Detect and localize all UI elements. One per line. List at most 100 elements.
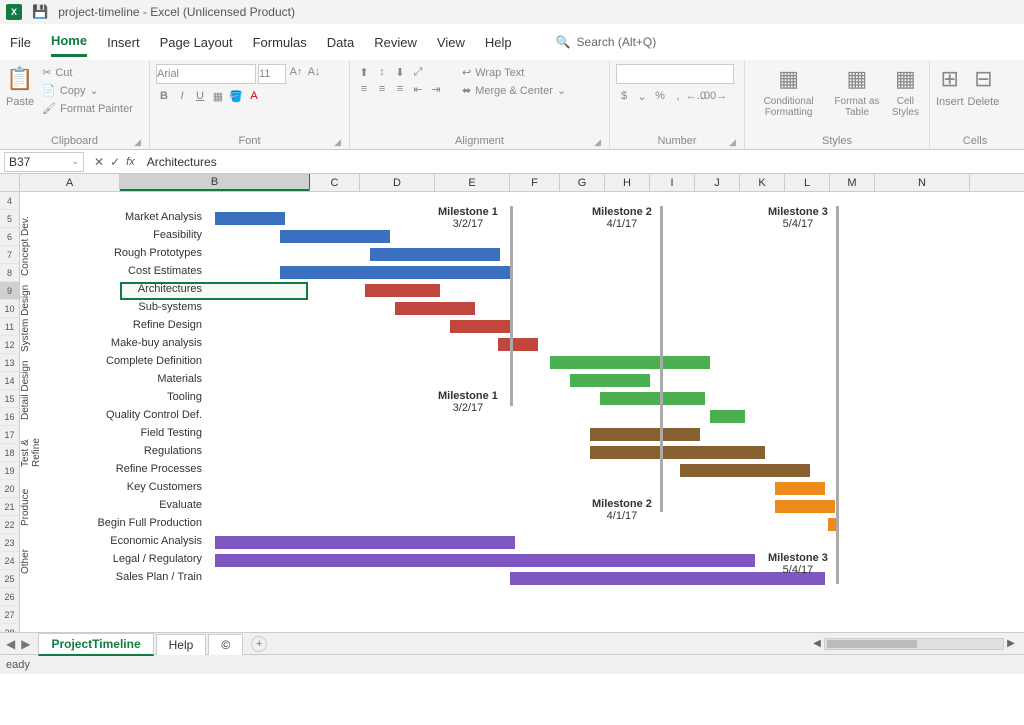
merge-center-button[interactable]: ⬌Merge & Center ⌄ xyxy=(458,82,570,99)
col-header-E[interactable]: E xyxy=(435,174,510,191)
name-box[interactable]: B37 ⌄ xyxy=(4,152,84,172)
task-name[interactable]: Make-buy analysis xyxy=(40,337,208,349)
row-header-15[interactable]: 15 xyxy=(0,390,19,408)
add-sheet-button[interactable]: + xyxy=(251,636,267,652)
format-painter-button[interactable]: 🖌Format Painter xyxy=(38,100,137,117)
tab-data[interactable]: Data xyxy=(327,29,354,56)
row-header-6[interactable]: 6 xyxy=(0,228,19,246)
chevron-down-icon[interactable]: ⌄ xyxy=(634,88,650,104)
tab-review[interactable]: Review xyxy=(374,29,417,56)
align-bottom-icon[interactable]: ⬇ xyxy=(392,64,408,80)
chevron-down-icon[interactable]: ⌄ xyxy=(71,156,79,167)
col-header-K[interactable]: K xyxy=(740,174,785,191)
dialog-launcher-icon[interactable]: ◢ xyxy=(134,137,141,148)
col-header-F[interactable]: F xyxy=(510,174,560,191)
task-name[interactable]: Quality Control Def. xyxy=(40,409,208,421)
align-right-icon[interactable]: ≡ xyxy=(392,81,408,97)
comma-button[interactable]: , xyxy=(670,88,686,104)
dialog-launcher-icon[interactable]: ◢ xyxy=(334,137,341,148)
paste-button[interactable]: 📋 Paste xyxy=(6,64,34,108)
wrap-text-button[interactable]: ↩Wrap Text xyxy=(458,64,570,81)
row-header-11[interactable]: 11 xyxy=(0,318,19,336)
task-name[interactable]: Legal / Regulatory xyxy=(40,553,208,565)
row-header-22[interactable]: 22 xyxy=(0,516,19,534)
save-icon[interactable]: 💾 xyxy=(32,4,48,20)
row-header-27[interactable]: 27 xyxy=(0,606,19,624)
row-header-8[interactable]: 8 xyxy=(0,264,19,282)
row-header-18[interactable]: 18 xyxy=(0,444,19,462)
scroll-right-icon[interactable]: ▶ xyxy=(1004,637,1018,651)
task-name[interactable]: Materials xyxy=(40,373,208,385)
row-header-17[interactable]: 17 xyxy=(0,426,19,444)
align-top-icon[interactable]: ⬆ xyxy=(356,64,372,80)
dialog-launcher-icon[interactable]: ◢ xyxy=(594,137,601,148)
delete-cells-button[interactable]: ⊟Delete xyxy=(968,64,1000,108)
indent-dec-icon[interactable]: ⇤ xyxy=(410,81,426,97)
task-name[interactable]: Refine Processes xyxy=(40,463,208,475)
row-header-20[interactable]: 20 xyxy=(0,480,19,498)
align-middle-icon[interactable]: ↕ xyxy=(374,64,390,80)
tab-nav-prev-icon[interactable]: ◀ xyxy=(6,637,15,651)
fill-color-button[interactable]: 🪣 xyxy=(228,88,244,104)
bold-button[interactable]: B xyxy=(156,88,172,104)
cancel-icon[interactable]: ✕ xyxy=(94,155,104,169)
row-header-23[interactable]: 23 xyxy=(0,534,19,552)
tab-insert[interactable]: Insert xyxy=(107,29,140,56)
tab-formulas[interactable]: Formulas xyxy=(253,29,307,56)
sheet-tab-active[interactable]: ProjectTimeline xyxy=(38,633,153,656)
increase-font-icon[interactable]: A↑ xyxy=(288,64,304,80)
dialog-launcher-icon[interactable]: ◢ xyxy=(729,137,736,148)
task-name[interactable]: Begin Full Production xyxy=(40,517,208,529)
row-header-13[interactable]: 13 xyxy=(0,354,19,372)
col-header-N[interactable]: N xyxy=(875,174,970,191)
col-header-J[interactable]: J xyxy=(695,174,740,191)
number-format-select[interactable] xyxy=(616,64,734,84)
tab-home[interactable]: Home xyxy=(51,27,87,57)
border-button[interactable]: ▦ xyxy=(210,88,226,104)
font-name-select[interactable] xyxy=(156,64,256,84)
align-left-icon[interactable]: ≡ xyxy=(356,81,372,97)
spreadsheet-grid[interactable]: 4567891011121314151617181920212223242526… xyxy=(0,192,1024,632)
task-name[interactable]: Sub-systems xyxy=(40,301,208,313)
tab-view[interactable]: View xyxy=(437,29,465,56)
task-name[interactable]: Rough Prototypes xyxy=(40,247,208,259)
underline-button[interactable]: U xyxy=(192,88,208,104)
row-header-14[interactable]: 14 xyxy=(0,372,19,390)
fx-icon[interactable]: fx xyxy=(126,156,135,168)
task-name[interactable]: Regulations xyxy=(40,445,208,457)
col-header-A[interactable]: A xyxy=(20,174,120,191)
search-area[interactable]: 🔍 Search (Alt+Q) xyxy=(556,35,657,49)
sheet-tab-copyright[interactable]: © xyxy=(208,634,243,655)
cut-button[interactable]: ✂Cut xyxy=(38,64,137,81)
orientation-icon[interactable]: ⤢ xyxy=(410,64,426,80)
sheet-area[interactable]: Concept Dev.System DesignDetail DesignTe… xyxy=(20,192,1024,632)
task-name[interactable]: Complete Definition xyxy=(40,355,208,367)
tab-help[interactable]: Help xyxy=(485,29,512,56)
col-header-G[interactable]: G xyxy=(560,174,605,191)
row-header-4[interactable]: 4 xyxy=(0,192,19,210)
sheet-tab-help[interactable]: Help xyxy=(156,634,207,655)
row-header-10[interactable]: 10 xyxy=(0,300,19,318)
indent-inc-icon[interactable]: ⇥ xyxy=(428,81,444,97)
confirm-icon[interactable]: ✓ xyxy=(110,155,120,169)
format-as-table-button[interactable]: ▦Format as Table xyxy=(830,64,883,118)
task-name[interactable]: Cost Estimates xyxy=(40,265,208,277)
align-center-icon[interactable]: ≡ xyxy=(374,81,390,97)
task-name[interactable]: Key Customers xyxy=(40,481,208,493)
tab-nav-next-icon[interactable]: ▶ xyxy=(21,637,30,651)
col-header-D[interactable]: D xyxy=(360,174,435,191)
tab-file[interactable]: File xyxy=(10,29,31,56)
currency-button[interactable]: $ xyxy=(616,88,632,104)
conditional-formatting-button[interactable]: ▦Conditional Formatting xyxy=(751,64,826,118)
decrease-font-icon[interactable]: A↓ xyxy=(306,64,322,80)
row-header-5[interactable]: 5 xyxy=(0,210,19,228)
scroll-thumb[interactable] xyxy=(827,640,917,648)
col-header-L[interactable]: L xyxy=(785,174,830,191)
insert-cells-button[interactable]: ⊞Insert xyxy=(936,64,964,108)
cell-styles-button[interactable]: ▦Cell Styles xyxy=(888,64,923,118)
select-all-corner[interactable] xyxy=(0,174,20,191)
percent-button[interactable]: % xyxy=(652,88,668,104)
row-header-21[interactable]: 21 xyxy=(0,498,19,516)
task-name[interactable]: Sales Plan / Train xyxy=(40,571,208,583)
col-header-M[interactable]: M xyxy=(830,174,875,191)
